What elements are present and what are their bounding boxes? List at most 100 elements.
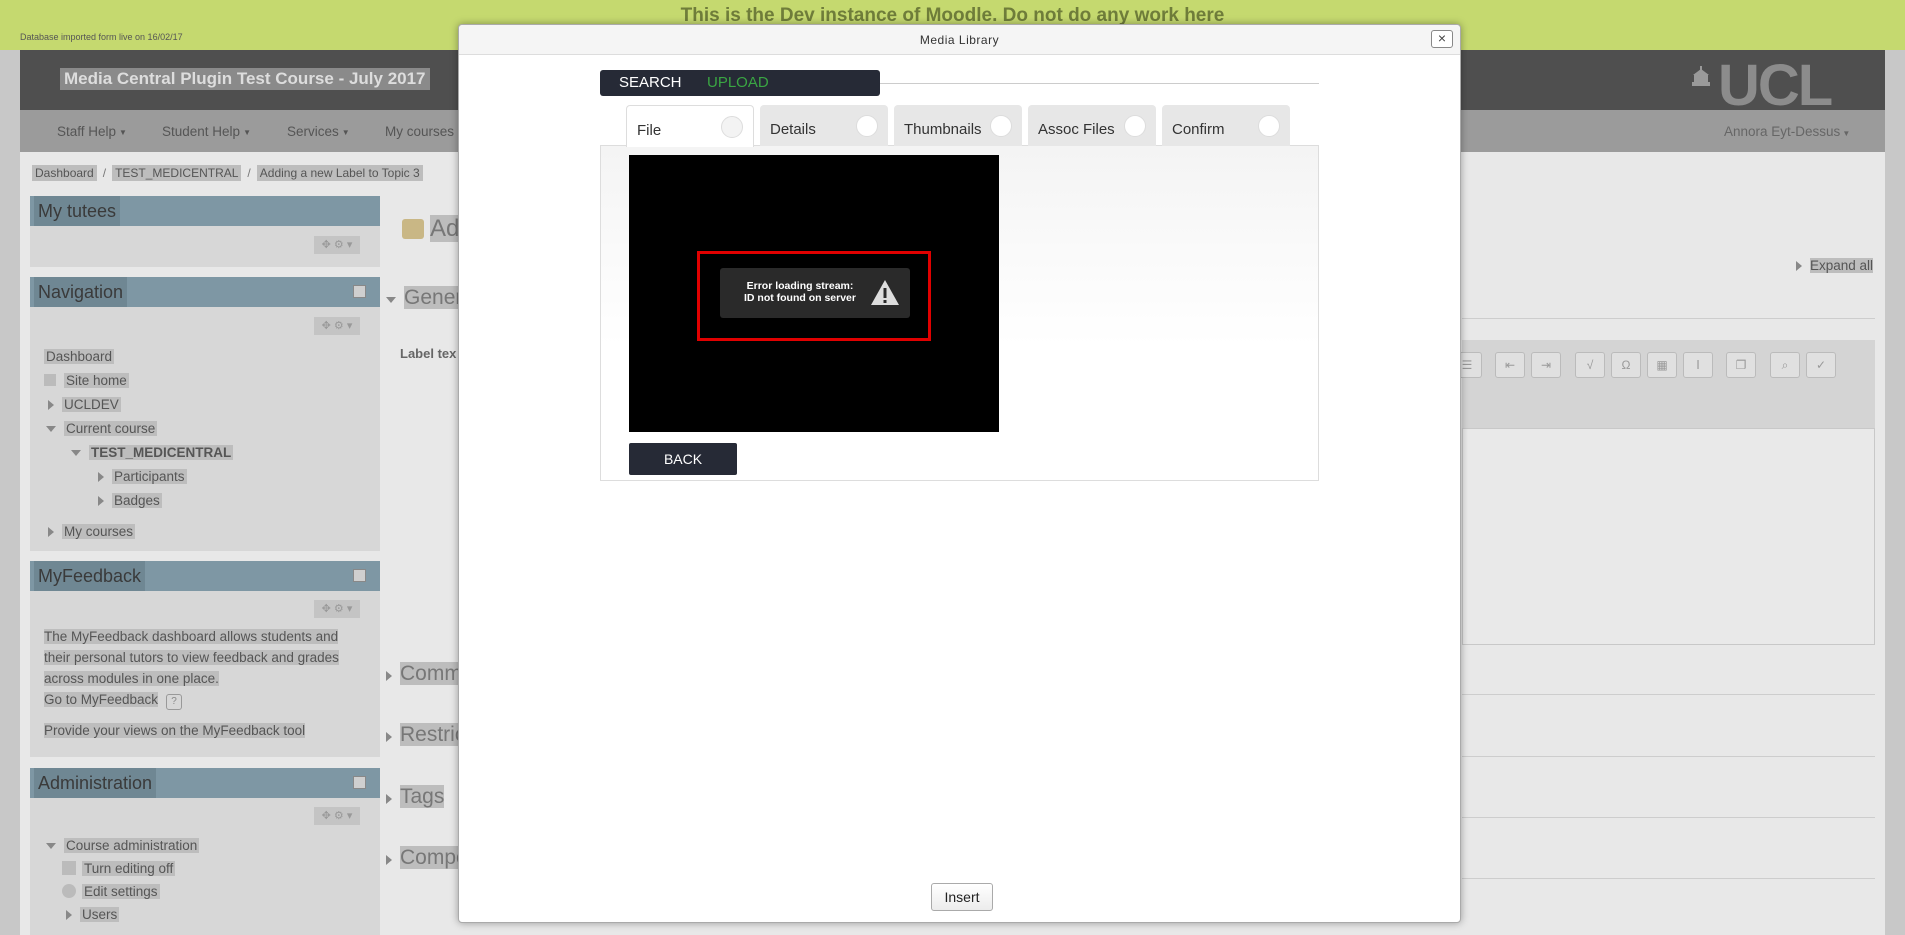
block-move-gear-icon[interactable]: ✥ ⚙ ▾ (314, 600, 360, 618)
step-details[interactable]: Details (760, 105, 888, 146)
block-title: My tutees (34, 196, 121, 226)
upload-mode-tab[interactable]: UPLOAD (707, 74, 769, 91)
section-general-label: Gener (404, 286, 463, 309)
step-thumbnails-label: Thumbnails (904, 121, 982, 138)
section-general[interactable]: Gener (386, 286, 463, 310)
dock-icon[interactable] (353, 569, 366, 582)
nav-my-courses-label: My courses (385, 124, 455, 139)
nav-course[interactable]: TEST_MEDICENTRAL (71, 445, 234, 460)
nav-services[interactable]: Services ▼ (287, 124, 350, 139)
editor-search-icon[interactable]: ⌕ (1770, 352, 1800, 378)
step-status-icon (856, 115, 878, 137)
step-confirm[interactable]: Confirm (1162, 105, 1290, 146)
db-import-note: Database imported form live on 16/02/17 (20, 32, 183, 42)
nav-staff-help[interactable]: Staff Help ▼ (57, 124, 127, 139)
nav-participants[interactable]: Participants (98, 469, 187, 484)
breadcrumb-dashboard[interactable]: Dashboard (32, 165, 97, 181)
admin-course-administration[interactable]: Course administration (46, 838, 200, 853)
step-file[interactable]: File (626, 105, 754, 147)
help-icon[interactable]: ? (166, 694, 183, 710)
section-common[interactable]: Comm (386, 662, 462, 686)
divider (1462, 756, 1875, 757)
editor-equation-icon[interactable]: √ (1575, 352, 1605, 378)
label-text-editor[interactable] (1462, 428, 1875, 645)
nav-my-courses[interactable]: My courses (385, 124, 454, 139)
section-restrict-label: Restric (400, 723, 466, 746)
nav-current-course-label: Current course (64, 421, 158, 436)
nav-my-courses-tree[interactable]: My courses (48, 524, 136, 539)
block-title: MyFeedback (34, 561, 146, 591)
nav-site-home[interactable]: Site home (44, 373, 129, 388)
section-restrict[interactable]: Restric (386, 723, 466, 747)
block-my-tutees: My tutees (30, 196, 380, 267)
search-mode-tab[interactable]: SEARCH (619, 74, 682, 91)
divider (1462, 694, 1875, 695)
expand-arrow-icon (48, 527, 54, 537)
nav-current-course[interactable]: Current course (46, 421, 158, 436)
ucl-logo[interactable]: UCL (1718, 57, 1833, 115)
page-heading-text: Ad (430, 215, 460, 242)
nav-dashboard[interactable]: Dashboard (44, 349, 115, 364)
breadcrumb-current[interactable]: Adding a new Label to Topic 3 (256, 165, 423, 181)
breadcrumb: Dashboard / TEST_MEDICENTRAL / Adding a new … (32, 165, 423, 184)
mode-divider (880, 83, 1319, 84)
breadcrumb-course[interactable]: TEST_MEDICENTRAL (112, 165, 242, 181)
user-menu[interactable]: Annora Eyt-Dessus ▼ (1724, 124, 1850, 139)
dock-icon[interactable] (353, 285, 366, 298)
editor-outdent-icon[interactable]: ⇤ (1495, 352, 1525, 378)
page-heading-fragment: Ad (402, 215, 460, 243)
editor-accessibility-icon[interactable]: ✓ (1806, 352, 1836, 378)
block-move-gear-icon[interactable]: ✥ ⚙ ▾ (314, 236, 360, 254)
block-move-gear-icon[interactable]: ✥ ⚙ ▾ (314, 317, 360, 335)
editor-special-char-icon[interactable]: Ω (1611, 352, 1641, 378)
expand-arrow-icon (66, 910, 72, 920)
block-header: Navigation (30, 277, 380, 307)
gear-icon (62, 884, 76, 898)
nav-student-help[interactable]: Student Help ▼ (162, 124, 251, 139)
myfeedback-views-link[interactable]: Provide your views on the MyFeedback too… (44, 723, 306, 738)
section-tags[interactable]: Tags (386, 785, 445, 809)
course-title[interactable]: Media Central Plugin Test Course - July … (60, 68, 430, 90)
divider (1462, 878, 1875, 879)
admin-turn-editing-off-label: Turn editing off (82, 861, 176, 876)
dialog-title: Media Library (459, 25, 1460, 55)
nav-ucldev[interactable]: UCLDEV (48, 397, 121, 412)
collapse-arrow-icon (386, 297, 396, 303)
back-button[interactable]: BACK (629, 443, 737, 475)
editor-table-icon[interactable]: ▦ (1647, 352, 1677, 378)
video-player[interactable]: Error loading stream: ID not found on se… (629, 155, 999, 432)
admin-edit-settings[interactable]: Edit settings (62, 884, 160, 899)
myfeedback-link[interactable]: Go to MyFeedback (44, 692, 159, 707)
warning-icon (871, 280, 899, 305)
close-icon[interactable]: × (1431, 30, 1453, 48)
stream-error-message: Error loading stream: ID not found on se… (720, 268, 910, 318)
nav-badges-label: Badges (112, 493, 162, 508)
block-move-gear-icon[interactable]: ✥ ⚙ ▾ (314, 807, 360, 825)
dock-icon[interactable] (353, 776, 366, 789)
section-competencies[interactable]: Compe (386, 846, 468, 870)
editor-indent-icon[interactable]: ⇥ (1531, 352, 1561, 378)
myfeedback-description: The MyFeedback dashboard allows students… (44, 629, 339, 686)
nav-my-courses-tree-label: My courses (62, 524, 136, 539)
section-tags-label: Tags (400, 785, 445, 808)
breadcrumb-separator: / (102, 166, 107, 180)
admin-users[interactable]: Users (66, 907, 120, 922)
admin-turn-editing-off[interactable]: Turn editing off (62, 861, 176, 876)
nav-badges[interactable]: Badges (98, 493, 162, 508)
block-header: MyFeedback (30, 561, 380, 591)
nav-student-help-label: Student Help (162, 124, 241, 139)
pencil-icon (62, 861, 76, 875)
block-header: Administration (30, 768, 380, 798)
step-assoc-files[interactable]: Assoc Files (1028, 105, 1156, 146)
expand-all-link[interactable]: Expand all (1796, 258, 1874, 273)
label-text-field-label: Label tex (400, 346, 457, 361)
myfeedback-content: The MyFeedback dashboard allows students… (44, 626, 364, 741)
editor-clear-format-icon[interactable]: Ⅰ (1683, 352, 1713, 378)
expand-arrow-icon (1796, 261, 1802, 271)
page: This is the Dev instance of Moodle. Do n… (0, 0, 1905, 935)
editor-copy-icon[interactable]: ❐ (1726, 352, 1756, 378)
label-tag-icon (402, 219, 424, 239)
nav-course-label: TEST_MEDICENTRAL (89, 445, 234, 460)
insert-button[interactable]: Insert (931, 883, 993, 911)
step-thumbnails[interactable]: Thumbnails (894, 105, 1022, 146)
